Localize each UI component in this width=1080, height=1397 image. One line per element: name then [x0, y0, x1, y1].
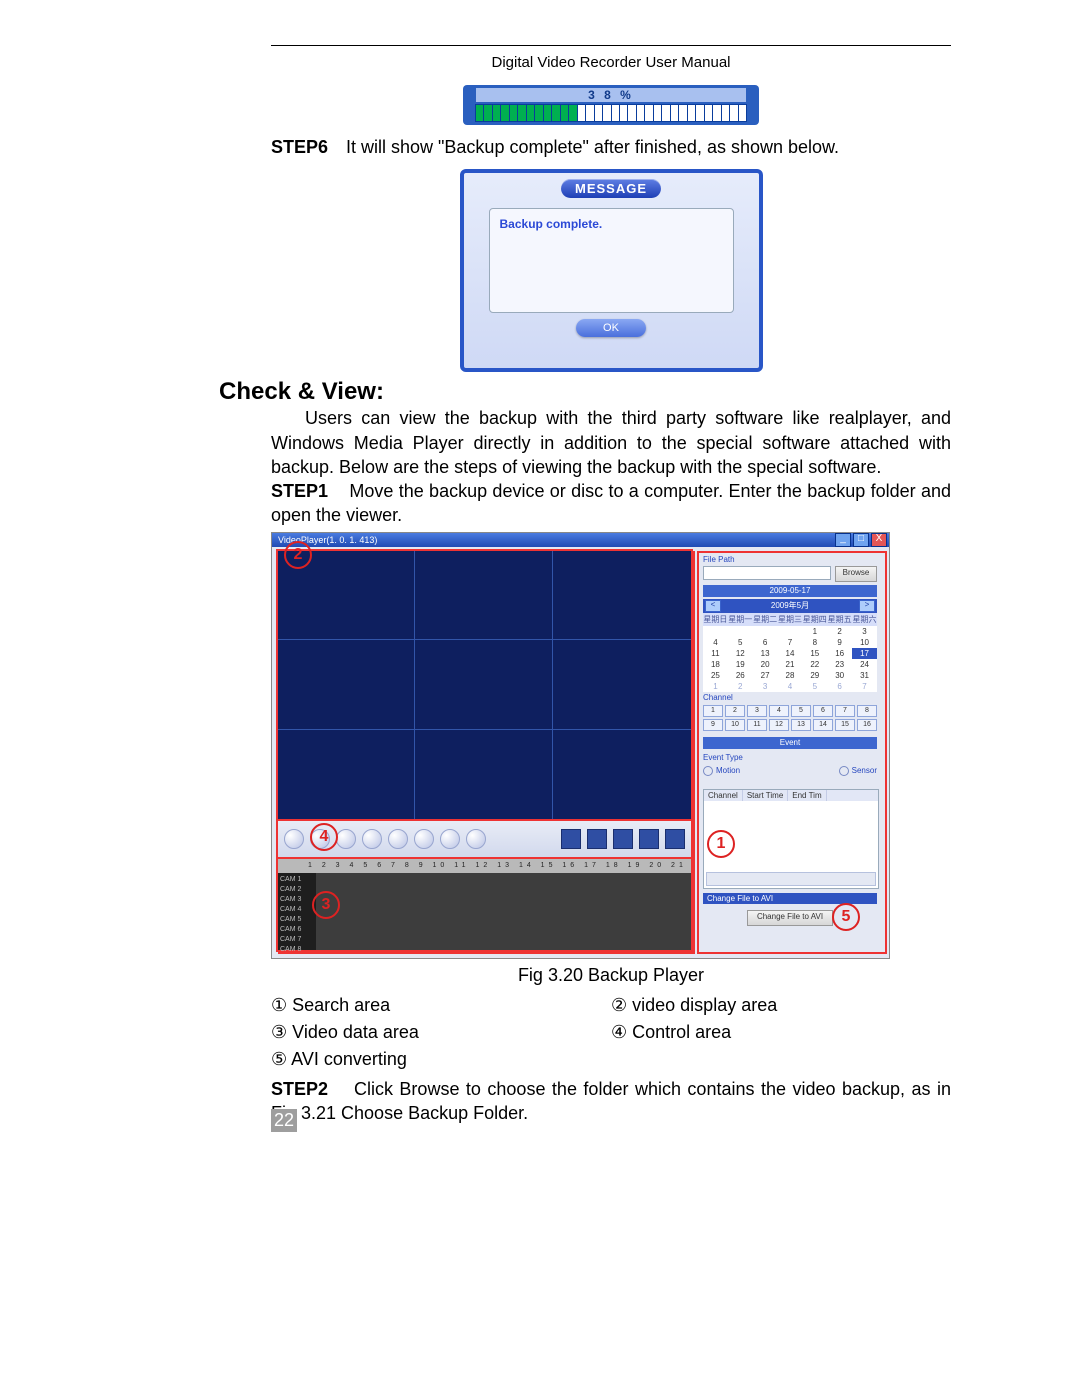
message-dialog-title: MESSAGE	[561, 179, 661, 198]
pause-button[interactable]	[336, 829, 356, 849]
selected-date-tab[interactable]: 2009-05-17	[703, 585, 877, 597]
manual-header: Digital Video Recorder User Manual	[271, 46, 951, 85]
browse-button[interactable]: Browse	[835, 566, 877, 582]
marker-2: 2	[284, 541, 312, 569]
radio-motion-label: Motion	[716, 766, 740, 775]
event-header: Event	[703, 737, 877, 749]
calendar-header: < 2009年5月 >	[703, 599, 877, 613]
message-dialog-ok-button[interactable]: OK	[576, 319, 646, 337]
minimize-icon[interactable]: _	[835, 533, 851, 547]
file-path-label: File Path	[703, 555, 877, 564]
progress-percent-text: 3 8 %	[476, 88, 746, 102]
bp-video-display-area	[278, 551, 691, 819]
close-icon[interactable]: X	[871, 533, 887, 547]
avi-convert-button[interactable]: Change File to AVI	[747, 910, 833, 926]
channel-label: Channel	[703, 693, 877, 702]
camera-label-column: CAM 1CAM 2CAM 3CAM 4CAM 5CAM 6CAM 7CAM 8	[278, 873, 316, 950]
stop-button[interactable]	[362, 829, 382, 849]
timeline-ruler: 1 2 3 4 5 6 7 8 9 10 11 12 13 14 15 16 1…	[278, 859, 691, 873]
horizontal-scrollbar[interactable]	[706, 872, 876, 886]
legend-1: ① Search area	[271, 992, 611, 1019]
step2-row: STEP2 Click Browse to choose the folder …	[271, 1077, 951, 1126]
page-number: 22	[271, 1109, 297, 1132]
prev-button[interactable]	[284, 829, 304, 849]
legend-3: ③ Video data area	[271, 1019, 611, 1046]
step6-label: STEP6	[271, 135, 346, 159]
check-view-heading: Check & View:	[219, 378, 951, 406]
progress-track	[475, 104, 747, 122]
step1-text: Move the backup device or disc to a comp…	[271, 481, 951, 525]
backup-player-screenshot: VideoPlayer(1. 0. 1. 413) _ □ X	[271, 532, 890, 959]
marker-5: 5	[832, 903, 860, 931]
figure-caption: Fig 3.20 Backup Player	[271, 965, 951, 986]
calendar-prev-icon[interactable]: <	[705, 600, 721, 612]
avi-section-label: Change File to AVI	[703, 893, 877, 904]
step6-row: STEP6 It will show "Backup complete" aft…	[271, 135, 951, 159]
step2-text: Click Browse to choose the folder which …	[271, 1079, 951, 1123]
event-type-row: Event Type Motion Sensor	[703, 753, 877, 776]
legend-5: ⑤ AVI converting	[271, 1046, 611, 1073]
calendar-next-icon[interactable]: >	[859, 600, 875, 612]
figure-legend: ① Search area ② video display area ③ Vid…	[271, 992, 951, 1073]
message-dialog-body: Backup complete.	[489, 208, 734, 313]
legend-2: ② video display area	[611, 992, 951, 1019]
layout-4-icon[interactable]	[587, 829, 607, 849]
event-type-label: Event Type	[703, 753, 877, 762]
radio-sensor[interactable]: Sensor	[839, 766, 877, 776]
legend-4: ④ Control area	[611, 1019, 951, 1046]
col-end-time: End Tim	[788, 790, 826, 801]
marker-3: 3	[312, 891, 340, 919]
marker-1: 1	[707, 830, 735, 858]
ffwd-button[interactable]	[440, 829, 460, 849]
radio-motion[interactable]: Motion	[703, 766, 740, 776]
step6-text: It will show "Backup complete" after fin…	[346, 135, 951, 159]
backup-progress: 3 8 %	[463, 85, 759, 125]
rewind-button[interactable]	[414, 829, 434, 849]
volume-button[interactable]	[466, 829, 486, 849]
calendar-grid[interactable]: 星期日星期一星期二星期三星期四星期五星期六1234567891011121314…	[703, 613, 877, 692]
channel-grid[interactable]: 12345678910111213141516	[703, 705, 877, 731]
bp-window-titlebar: VideoPlayer(1. 0. 1. 413) _ □ X	[272, 533, 889, 547]
step2-label: STEP2	[271, 1079, 328, 1099]
content-frame: Digital Video Recorder User Manual 3 8 %…	[271, 45, 951, 1125]
maximize-icon[interactable]: □	[853, 533, 869, 547]
calendar-title: 2009年5月	[771, 600, 809, 611]
intro-paragraph: Users can view the backup with the third…	[271, 406, 951, 479]
message-dialog: MESSAGE Backup complete. OK	[460, 169, 763, 372]
layout-9-icon[interactable]	[613, 829, 633, 849]
file-path-input[interactable]	[703, 566, 831, 580]
col-start-time: Start Time	[743, 790, 788, 801]
layout-full-icon[interactable]	[665, 829, 685, 849]
marker-4: 4	[310, 823, 338, 851]
file-path-section: File Path Browse	[703, 555, 877, 582]
layout-16-icon[interactable]	[639, 829, 659, 849]
col-channel: Channel	[704, 790, 743, 801]
next-button[interactable]	[388, 829, 408, 849]
step1-label: STEP1	[271, 481, 328, 501]
step1-row: STEP1 Move the backup device or disc to …	[271, 479, 951, 528]
radio-sensor-label: Sensor	[852, 766, 877, 775]
bp-control-area	[278, 821, 691, 857]
layout-1-icon[interactable]	[561, 829, 581, 849]
